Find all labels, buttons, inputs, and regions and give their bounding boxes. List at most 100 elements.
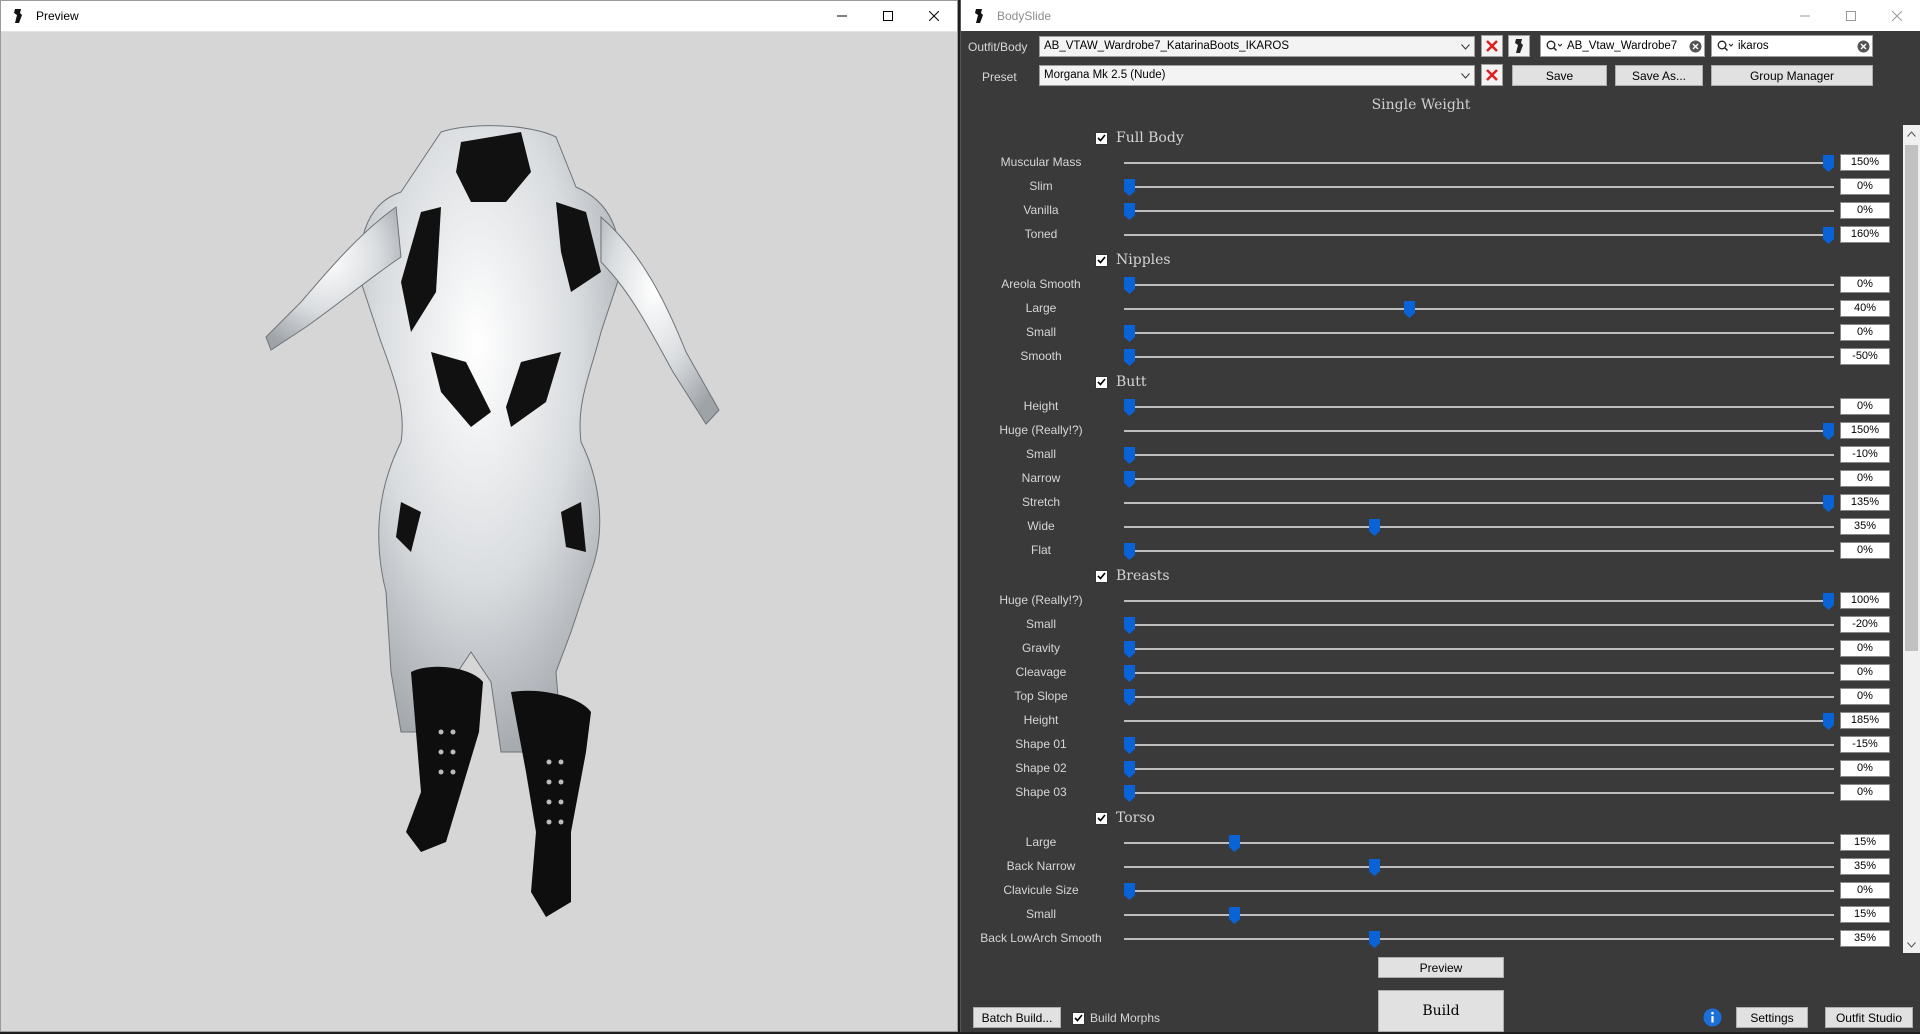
slider-value-input[interactable]: 0% (1840, 470, 1890, 487)
slider-thumb[interactable] (1823, 593, 1834, 610)
slider-value-input[interactable]: 0% (1840, 640, 1890, 657)
slider-track[interactable] (1124, 502, 1834, 504)
slider-track[interactable] (1124, 866, 1834, 868)
slider-thumb[interactable] (1228, 835, 1240, 852)
slider-thumb[interactable] (1124, 471, 1135, 488)
slider-value-input[interactable]: 150% (1840, 422, 1890, 439)
slider-value-input[interactable]: 0% (1840, 398, 1890, 415)
slider-track[interactable] (1124, 744, 1834, 746)
slider-track[interactable] (1124, 234, 1834, 236)
slider-track[interactable] (1124, 648, 1834, 650)
save-button[interactable]: Save (1512, 65, 1607, 86)
slider-track[interactable] (1124, 600, 1834, 602)
build-morphs-checkbox[interactable]: Build Morphs (1072, 1011, 1160, 1025)
clear-icon[interactable] (1854, 40, 1872, 53)
slider-thumb[interactable] (1124, 325, 1135, 342)
slider-thumb[interactable] (1124, 179, 1135, 196)
slider-scrollbar[interactable] (1903, 125, 1920, 953)
slider-track[interactable] (1124, 624, 1834, 626)
slider-track[interactable] (1124, 210, 1834, 212)
slider-value-input[interactable]: 0% (1840, 882, 1890, 899)
slider-thumb[interactable] (1368, 519, 1380, 536)
slider-track[interactable] (1124, 550, 1834, 552)
slider-track[interactable] (1124, 356, 1834, 358)
minimize-icon[interactable] (819, 1, 865, 32)
slider-track[interactable] (1124, 454, 1834, 456)
group-manager-button[interactable]: Group Manager (1711, 65, 1873, 86)
slider-track[interactable] (1124, 720, 1834, 722)
close-icon[interactable] (1874, 0, 1920, 31)
checkbox-icon[interactable] (1072, 1011, 1085, 1025)
slider-value-input[interactable]: 0% (1840, 688, 1890, 705)
slider-value-input[interactable]: 0% (1840, 784, 1890, 801)
slider-thumb[interactable] (1124, 447, 1135, 464)
slider-value-input[interactable]: 135% (1840, 494, 1890, 511)
slider-thumb[interactable] (1823, 155, 1834, 172)
slider-value-input[interactable]: 185% (1840, 712, 1890, 729)
slider-track[interactable] (1124, 406, 1834, 408)
slider-thumb[interactable] (1124, 543, 1135, 560)
slider-thumb[interactable] (1124, 737, 1135, 754)
slider-thumb[interactable] (1124, 399, 1135, 416)
checkbox-icon[interactable] (1095, 569, 1108, 583)
slider-panel[interactable]: Full Body Muscular Mass 150% Slim 0% Vanilla 0… (961, 125, 1906, 953)
slider-thumb[interactable] (1823, 495, 1834, 512)
slider-thumb[interactable] (1124, 665, 1135, 682)
maximize-icon[interactable] (1828, 0, 1874, 31)
maximize-icon[interactable] (865, 1, 911, 32)
slider-group-header[interactable]: Butt (1095, 374, 1147, 390)
checkbox-icon[interactable] (1095, 811, 1108, 825)
slider-track[interactable] (1124, 526, 1834, 528)
slider-value-input[interactable]: 150% (1840, 154, 1890, 171)
scroll-up-icon[interactable] (1903, 125, 1920, 142)
slider-track[interactable] (1124, 308, 1834, 310)
slider-value-input[interactable]: 35% (1840, 858, 1890, 875)
slider-value-input[interactable]: 100% (1840, 592, 1890, 609)
bodyslide-titlebar[interactable]: BodySlide (961, 0, 1920, 31)
slider-track[interactable] (1124, 696, 1834, 698)
scroll-down-icon[interactable] (1903, 936, 1920, 953)
group-filter-search[interactable]: ikaros (1711, 35, 1873, 57)
slider-track[interactable] (1124, 938, 1834, 940)
slider-thumb[interactable] (1124, 761, 1135, 778)
slider-track[interactable] (1124, 478, 1834, 480)
slider-thumb[interactable] (1124, 277, 1135, 294)
outfit-studio-icon[interactable] (1508, 35, 1530, 57)
slider-value-input[interactable]: 0% (1840, 324, 1890, 341)
slider-thumb[interactable] (1124, 689, 1135, 706)
checkbox-icon[interactable] (1095, 131, 1108, 145)
slider-group-header[interactable]: Nipples (1095, 252, 1171, 268)
slider-group-header[interactable]: Torso (1095, 810, 1155, 826)
preset-select[interactable]: Morgana Mk 2.5 (Nude) (1039, 65, 1475, 86)
checkbox-icon[interactable] (1095, 253, 1108, 267)
slider-group-header[interactable]: Breasts (1095, 568, 1170, 584)
slider-thumb[interactable] (1124, 617, 1135, 634)
slider-track[interactable] (1124, 332, 1834, 334)
outfit-select[interactable]: AB_VTAW_Wardrobe7_KatarinaBoots_IKAROS (1039, 36, 1475, 57)
slider-track[interactable] (1124, 890, 1834, 892)
slider-thumb[interactable] (1368, 859, 1380, 876)
slider-thumb[interactable] (1124, 883, 1135, 900)
slider-value-input[interactable]: 0% (1840, 760, 1890, 777)
close-icon[interactable] (911, 1, 957, 32)
slider-thumb[interactable] (1368, 931, 1380, 948)
slider-value-input[interactable]: -50% (1840, 348, 1890, 365)
slider-thumb[interactable] (1124, 203, 1135, 220)
slider-value-input[interactable]: 35% (1840, 930, 1890, 947)
slider-thumb[interactable] (1124, 349, 1135, 366)
batch-build-button[interactable]: Batch Build... (973, 1007, 1061, 1028)
slider-value-input[interactable]: 35% (1840, 518, 1890, 535)
slider-value-input[interactable]: 0% (1840, 178, 1890, 195)
outfit-filter-search[interactable]: AB_Vtaw_Wardrobe7 (1540, 35, 1705, 57)
slider-thumb[interactable] (1228, 907, 1240, 924)
slider-thumb[interactable] (1403, 301, 1415, 318)
slider-thumb[interactable] (1823, 713, 1834, 730)
slider-value-input[interactable]: 15% (1840, 834, 1890, 851)
slider-track[interactable] (1124, 768, 1834, 770)
slider-track[interactable] (1124, 672, 1834, 674)
slider-thumb[interactable] (1823, 423, 1834, 440)
outfit-studio-button[interactable]: Outfit Studio (1825, 1007, 1913, 1028)
slider-thumb[interactable] (1124, 641, 1135, 658)
preview-3d-viewport[interactable] (1, 32, 957, 1031)
clear-icon[interactable] (1686, 40, 1704, 53)
